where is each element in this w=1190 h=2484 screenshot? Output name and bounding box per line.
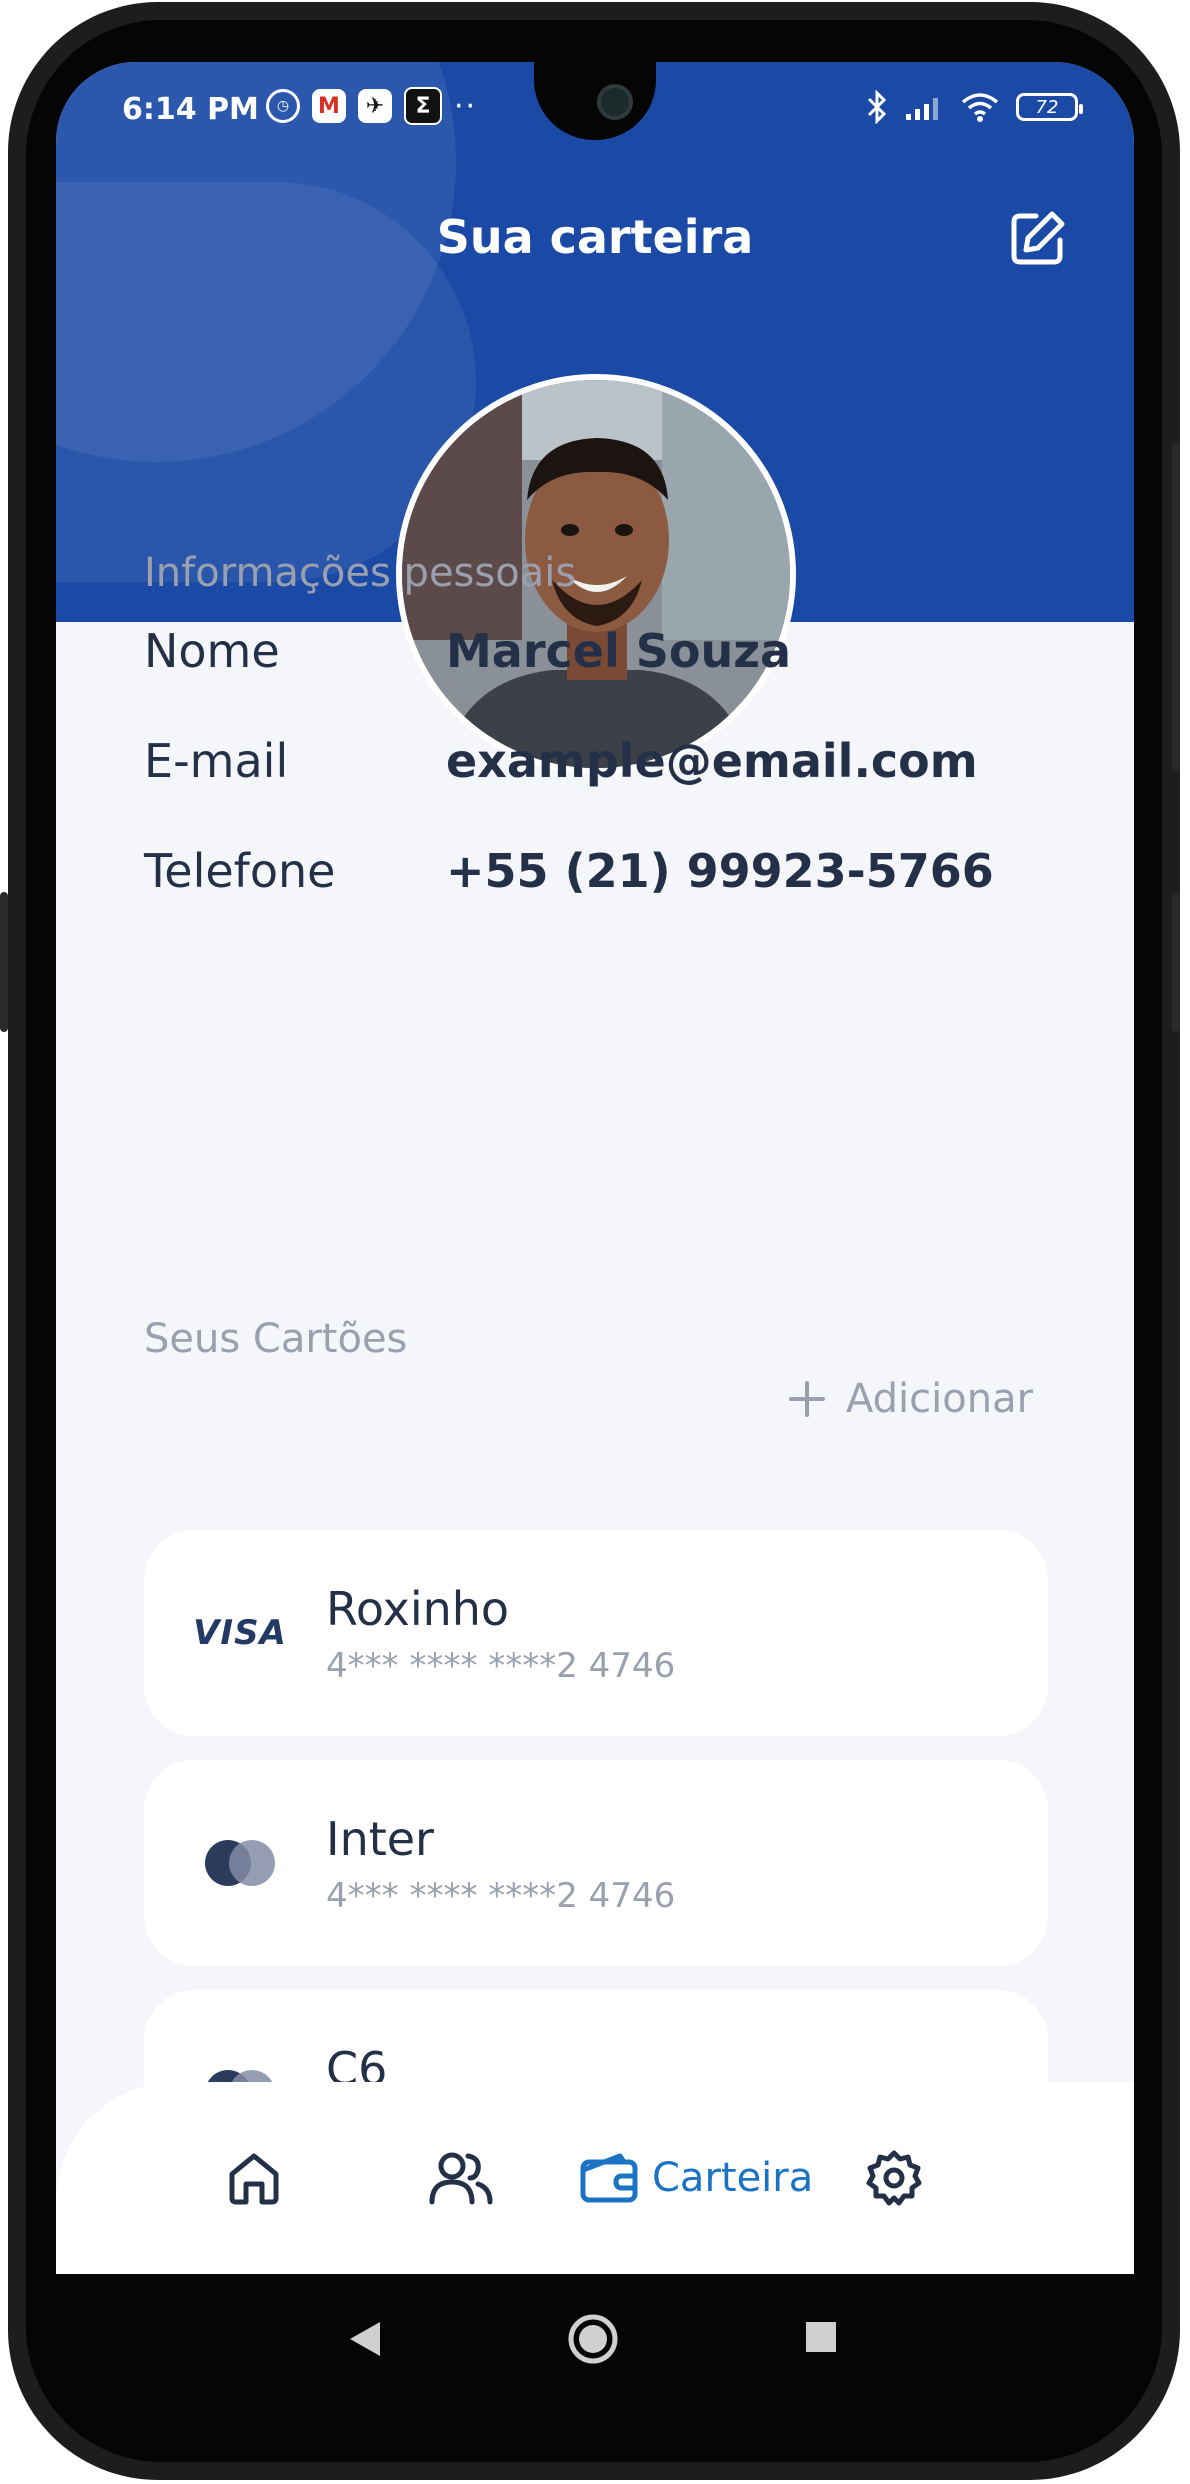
bluetooth-icon [867, 90, 887, 124]
card-item[interactable]: VISA Roxinho 4*** **** ****2 4746 [144, 1530, 1048, 1736]
visa-logo-icon: VISA [190, 1530, 290, 1736]
power-button [1172, 442, 1180, 772]
bottom-navigation: Carteira [56, 2082, 1134, 2274]
edit-icon [1011, 211, 1065, 265]
app-screen: 6:14 PM ◷ M ✈ Σ ·· 72 Sua carteira Infor… [56, 62, 1134, 2274]
card-name: Roxinho [326, 1582, 510, 1636]
nav-wallet[interactable]: Carteira [580, 2082, 813, 2274]
battery-icon: 72 [1016, 93, 1083, 121]
status-time: 6:14 PM [122, 92, 259, 127]
card-number: 4*** **** ****2 4746 [326, 1876, 676, 1916]
nav-home[interactable] [224, 2082, 284, 2274]
phone-value: +55 (21) 99923-5766 [446, 844, 994, 898]
app-icon: ✈ [358, 89, 392, 123]
wallet-icon [580, 2153, 638, 2203]
personal-info-title: Informações pessoais [144, 550, 577, 596]
more-dots-icon: ·· [454, 88, 478, 124]
volume-button [1172, 892, 1180, 1032]
android-navigation-bar [56, 2274, 1134, 2404]
gmail-icon: M [312, 89, 346, 123]
status-icons-left: ◷ M ✈ Σ ·· [266, 86, 477, 126]
nav-settings[interactable] [864, 2082, 924, 2274]
side-button-left [0, 892, 8, 1032]
nav-contacts[interactable] [428, 2082, 494, 2274]
back-icon[interactable] [348, 2320, 382, 2358]
add-card-button[interactable]: Adicionar [788, 1376, 1033, 1422]
users-icon [429, 2152, 493, 2205]
plus-icon [789, 1381, 825, 1417]
card-item[interactable]: Inter 4*** **** ****2 4746 [144, 1760, 1048, 1966]
sigma-icon: Σ [404, 87, 442, 125]
card-number: 4*** **** ****2 4746 [326, 1646, 676, 1686]
edit-button[interactable] [1004, 204, 1072, 272]
nav-wallet-label: Carteira [652, 2155, 814, 2201]
name-label: Nome [144, 624, 280, 678]
mastercard-logo-icon [190, 1760, 290, 1966]
card-name: Inter [326, 1812, 434, 1866]
signal-icon [906, 98, 938, 120]
front-camera [597, 84, 633, 120]
phone-label: Telefone [144, 844, 336, 898]
cards-section-title: Seus Cartões [144, 1316, 408, 1362]
name-value: Marcel Souza [446, 624, 792, 678]
status-icons-right: 72 [866, 90, 1083, 124]
email-label: E-mail [144, 734, 289, 788]
add-card-label: Adicionar [846, 1376, 1034, 1422]
home-circle-icon[interactable] [566, 2312, 620, 2366]
alarm-icon: ◷ [266, 89, 300, 123]
home-icon [229, 2153, 279, 2205]
wifi-icon [961, 93, 999, 122]
recents-icon[interactable] [804, 2320, 838, 2354]
visa-logo-text: VISA [193, 1613, 287, 1653]
settings-icon [866, 2150, 922, 2206]
email-value: example@email.com [446, 734, 978, 788]
page-title: Sua carteira [436, 210, 754, 264]
